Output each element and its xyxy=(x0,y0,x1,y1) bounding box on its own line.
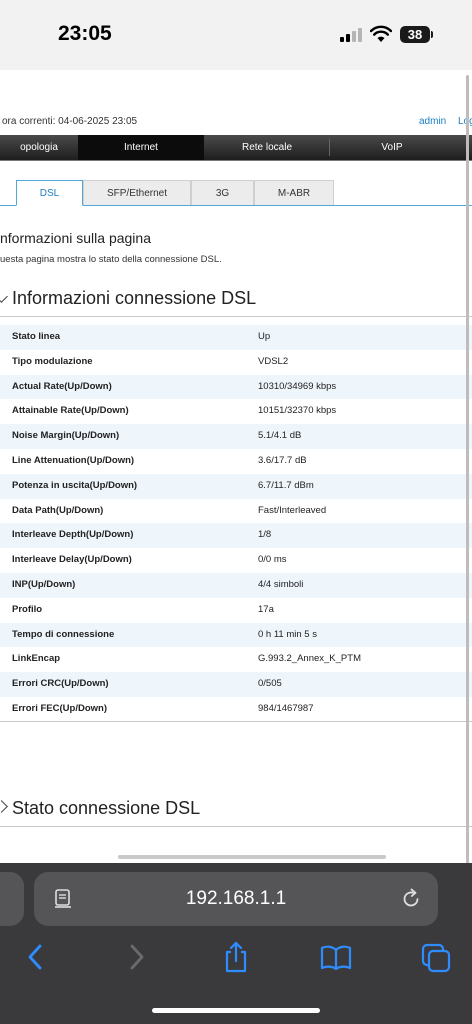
table-row: Attainable Rate(Up/Down) 10151/32370 kbps xyxy=(0,399,472,424)
row-value: 0 h 11 min 5 s xyxy=(258,628,317,640)
row-value: 3.6/17.7 dB xyxy=(258,454,307,466)
back-icon[interactable] xyxy=(20,940,52,974)
row-label: Data Path(Up/Down) xyxy=(12,504,104,516)
row-value: VDSL2 xyxy=(258,355,289,367)
row-label: LinkEncap xyxy=(12,653,61,665)
row-label: Interleave Depth(Up/Down) xyxy=(12,529,134,541)
section-divider xyxy=(0,316,472,317)
tab-sfp-ethernet[interactable]: SFP/Ethernet xyxy=(83,180,191,205)
row-label: Line Attenuation(Up/Down) xyxy=(12,454,135,466)
row-value: 10310/34969 kbps xyxy=(258,380,337,392)
cellular-signal-icon xyxy=(340,28,362,42)
row-value: 1/8 xyxy=(258,529,272,541)
row-label: Attainable Rate(Up/Down) xyxy=(12,405,129,417)
row-label: Stato linea xyxy=(12,331,61,342)
wifi-icon xyxy=(370,25,392,42)
table-row: Stato linea Up xyxy=(0,325,472,350)
table-row: Actual Rate(Up/Down) 10310/34969 kbps xyxy=(0,374,472,400)
table-row: Profilo 17a xyxy=(0,598,472,623)
table-row: LinkEncap G.993.2_Annex_K_PTM xyxy=(0,647,472,672)
page-info-title: nformazioni sulla pagina xyxy=(0,230,151,246)
tab-dsl[interactable]: DSL xyxy=(16,180,83,206)
status-bar: 23:05 38 xyxy=(0,0,472,70)
row-value: 984/1467987 xyxy=(258,702,314,714)
row-value: 6.7/11.7 dBm xyxy=(258,479,314,491)
table-row: Interleave Delay(Up/Down) 0/0 ms xyxy=(0,548,472,573)
nav-item-internet[interactable]: Internet xyxy=(78,135,204,160)
row-label: Tempo di connessione xyxy=(12,628,115,640)
row-label: Profilo xyxy=(12,603,43,615)
bookmarks-icon[interactable] xyxy=(320,940,352,974)
table-row: Interleave Depth(Up/Down) 1/8 xyxy=(0,523,472,549)
tabs-icon[interactable] xyxy=(420,940,452,974)
home-indicator xyxy=(152,1008,320,1013)
reload-icon[interactable] xyxy=(400,888,422,910)
nav-item-rete-locale[interactable]: Rete locale xyxy=(205,135,329,160)
tab-m-abr[interactable]: M-ABR xyxy=(254,180,334,205)
nav-item-topologia[interactable]: opologia xyxy=(0,135,78,160)
main-nav: opologia Internet Rete locale VoIP xyxy=(0,135,472,161)
row-label: Interleave Delay(Up/Down) xyxy=(12,554,132,566)
row-label: Errori CRC(Up/Down) xyxy=(12,678,109,690)
page-info-description: uesta pagina mostra lo stato della conne… xyxy=(0,254,222,265)
previous-tab-preview[interactable] xyxy=(0,872,24,926)
row-value: Fast/Interleaved xyxy=(258,504,327,516)
chevron-right-icon[interactable] xyxy=(0,800,8,813)
table-row: Data Path(Up/Down) Fast/Interleaved xyxy=(0,499,472,524)
section-title-dsl-status[interactable]: Stato connessione DSL xyxy=(12,798,200,819)
share-icon[interactable] xyxy=(220,940,252,974)
row-value: 5.1/4.1 dB xyxy=(258,430,302,442)
row-value: G.993.2_Annex_K_PTM xyxy=(258,653,361,665)
row-label: Tipo modulazione xyxy=(12,355,93,367)
table-row: Tipo modulazione VDSL2 xyxy=(0,350,472,375)
row-label: Noise Margin(Up/Down) xyxy=(12,430,120,442)
admin-link[interactable]: admin xyxy=(419,116,446,127)
table-row: Errori CRC(Up/Down) 0/505 xyxy=(0,672,472,697)
table-divider xyxy=(0,721,472,722)
table-row: Errori FEC(Up/Down) 984/1467987 xyxy=(0,697,472,722)
address-bar[interactable]: 192.168.1.1 xyxy=(34,872,438,926)
row-value: 4/4 simboli xyxy=(258,578,304,590)
row-label: Actual Rate(Up/Down) xyxy=(12,380,112,392)
battery-tip xyxy=(431,31,433,38)
section-divider xyxy=(0,826,472,827)
section-title-dsl-info[interactable]: Informazioni connessione DSL xyxy=(12,288,256,309)
battery-icon: 38 xyxy=(400,26,430,43)
table-row: INP(Up/Down) 4/4 simboli xyxy=(0,572,472,598)
current-datetime: ora correnti: 04-06-2025 23:05 xyxy=(2,116,138,127)
table-row: Tempo di connessione 0 h 11 min 5 s xyxy=(0,622,472,648)
row-value: 17a xyxy=(258,603,274,615)
row-value: 0/0 ms xyxy=(258,554,287,566)
forward-icon[interactable] xyxy=(120,940,152,974)
dsl-info-table: Stato linea Up Tipo modulazione VDSL2 Actual… xyxy=(0,325,472,722)
horizontal-scrollbar[interactable] xyxy=(118,855,386,859)
tab-3g[interactable]: 3G xyxy=(191,180,254,205)
vertical-scrollbar[interactable] xyxy=(466,75,469,865)
table-row: Noise Margin(Up/Down) 5.1/4.1 dB xyxy=(0,424,472,449)
row-value: 0/505 xyxy=(258,678,282,690)
row-label: INP(Up/Down) xyxy=(12,578,76,590)
table-row: Line Attenuation(Up/Down) 3.6/17.7 dB xyxy=(0,449,472,474)
chevron-down-icon[interactable] xyxy=(0,290,8,303)
row-value: Up xyxy=(258,331,271,342)
url-text[interactable]: 192.168.1.1 xyxy=(34,872,438,926)
status-time: 23:05 xyxy=(58,22,112,45)
row-value: 10151/32370 kbps xyxy=(258,405,337,417)
row-label: Potenza in uscita(Up/Down) xyxy=(12,479,138,491)
table-row: Potenza in uscita(Up/Down) 6.7/11.7 dBm xyxy=(0,473,472,499)
row-label: Errori FEC(Up/Down) xyxy=(12,702,107,714)
logout-link[interactable]: Log xyxy=(458,116,472,127)
nav-item-voip[interactable]: VoIP xyxy=(330,135,454,160)
